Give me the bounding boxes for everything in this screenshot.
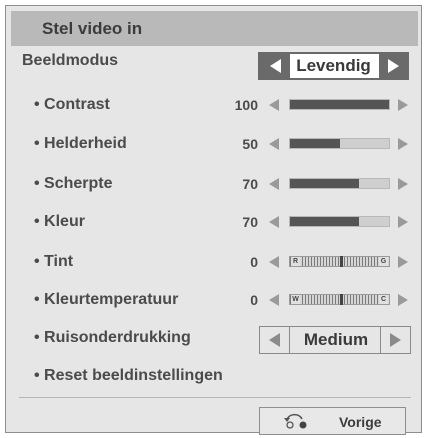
picture-mode-next-button[interactable] — [379, 54, 407, 78]
balance-track[interactable]: W C — [289, 294, 390, 305]
picture-mode-value: Levendig — [296, 56, 371, 75]
slider-label: • Kleurtemperatuur — [34, 291, 179, 308]
increase-icon[interactable] — [398, 138, 408, 150]
noise-reduction-prev-button[interactable] — [260, 327, 290, 353]
increase-icon[interactable] — [398, 294, 408, 306]
noise-reduction-next-button[interactable] — [380, 327, 410, 353]
slider-label: • Scherpte — [34, 175, 113, 192]
slider-value: 50 — [242, 136, 258, 152]
noise-reduction-selector[interactable]: Medium — [259, 326, 411, 354]
divider — [19, 397, 411, 398]
slider-fill — [290, 139, 340, 148]
noise-reduction-label: • Ruisonderdrukking — [34, 329, 191, 346]
noise-reduction-value: Medium — [303, 330, 369, 349]
picture-mode-selector[interactable]: Levendig — [258, 52, 409, 80]
arrow-right-icon — [387, 59, 399, 73]
balance-track[interactable]: R G — [289, 256, 390, 267]
slider-track[interactable] — [289, 99, 390, 110]
slider-fill — [290, 100, 389, 109]
slider-label: • Helderheid — [34, 135, 127, 152]
balance-center-marker — [339, 256, 343, 267]
decrease-icon[interactable] — [269, 294, 279, 306]
slider-value: 0 — [250, 292, 258, 308]
slider-label: • Kleur — [34, 213, 85, 230]
decrease-icon[interactable] — [269, 178, 279, 190]
decrease-icon[interactable] — [269, 256, 279, 268]
picture-mode-prev-button[interactable] — [260, 54, 290, 78]
title-bar: Stel video in — [11, 11, 418, 46]
decrease-icon[interactable] — [269, 216, 279, 228]
decrease-icon[interactable] — [269, 138, 279, 150]
balance-left-tag: W — [291, 295, 300, 304]
slider-label: • Contrast — [34, 96, 110, 113]
slider-label: • Tint — [34, 253, 74, 270]
return-icon — [284, 413, 307, 429]
decrease-icon[interactable] — [269, 99, 279, 111]
slider-track[interactable] — [289, 178, 390, 189]
arrow-left-icon — [269, 59, 281, 73]
balance-right-tag: G — [379, 257, 388, 266]
slider-value: 70 — [242, 176, 258, 192]
increase-icon[interactable] — [398, 256, 408, 268]
slider-value: 100 — [234, 97, 258, 113]
page-title: Stel video in — [42, 19, 143, 38]
slider-fill — [290, 217, 360, 226]
slider-fill — [290, 179, 360, 188]
increase-icon[interactable] — [398, 178, 408, 190]
picture-mode-label: Beeldmodus — [22, 52, 119, 69]
back-button[interactable]: Vorige — [259, 407, 406, 435]
balance-right-tag: C — [379, 295, 388, 304]
increase-icon[interactable] — [398, 99, 408, 111]
reset-picture-settings[interactable]: • Reset beeldinstellingen — [34, 367, 223, 385]
slider-value: 0 — [250, 254, 258, 270]
slider-track[interactable] — [289, 216, 390, 227]
balance-center-marker — [339, 294, 343, 305]
slider-track[interactable] — [289, 138, 390, 149]
arrow-left-icon — [269, 333, 280, 347]
back-button-label: Vorige — [339, 414, 382, 430]
increase-icon[interactable] — [398, 216, 408, 228]
balance-left-tag: R — [291, 257, 300, 266]
slider-value: 70 — [242, 214, 258, 230]
arrow-right-icon — [390, 333, 401, 347]
